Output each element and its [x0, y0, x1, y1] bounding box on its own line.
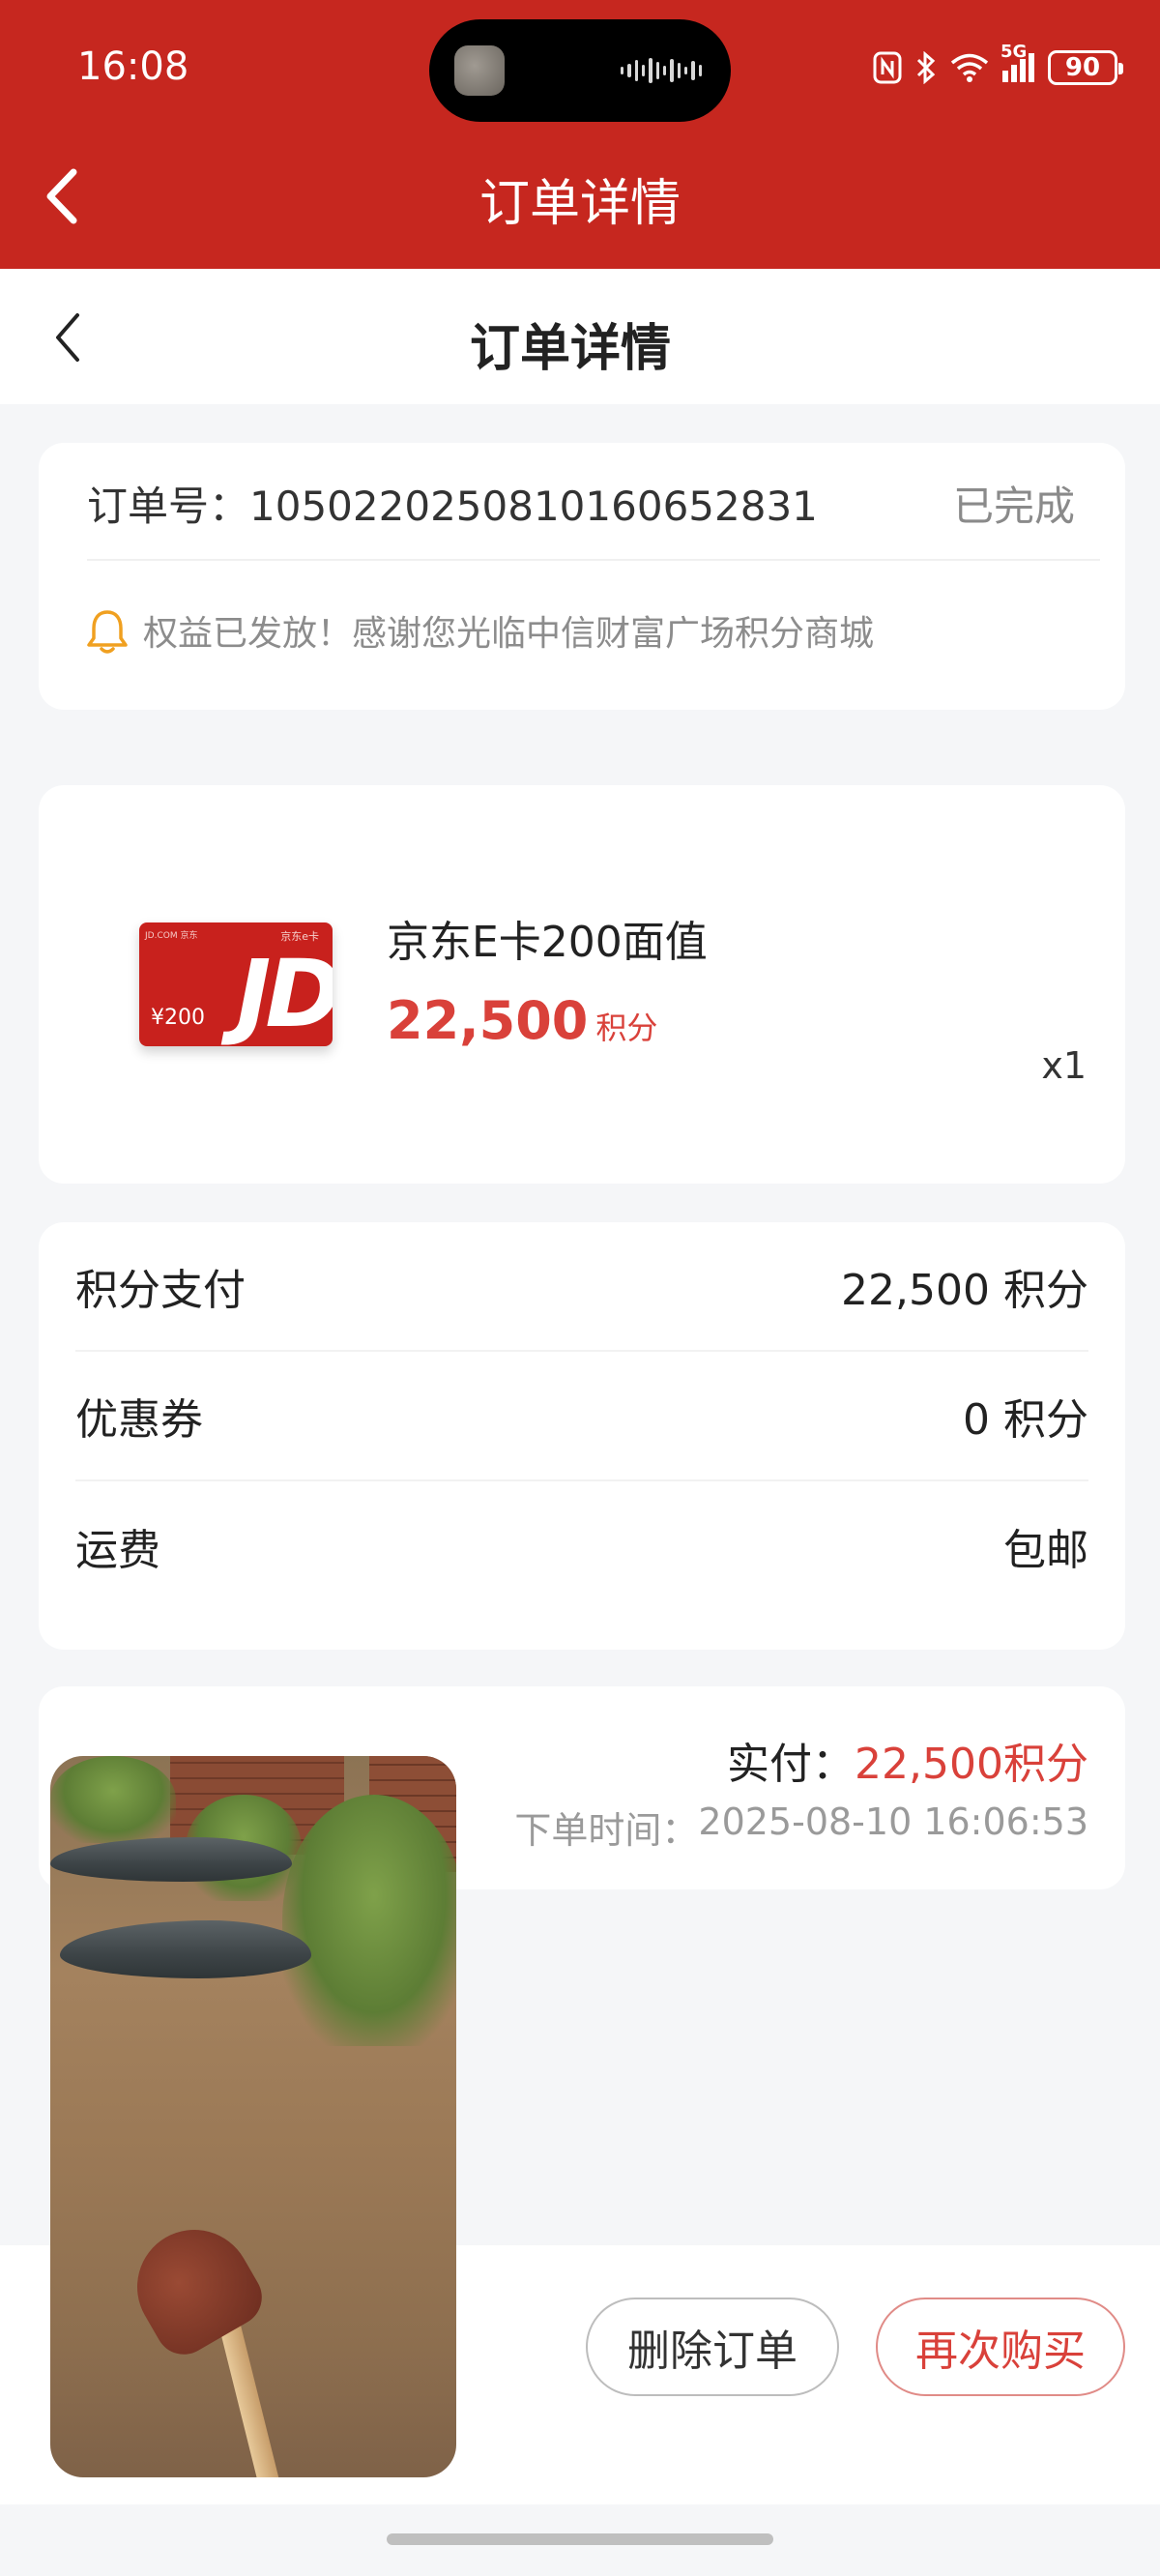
battery-indicator: 90	[1048, 50, 1123, 85]
order-number-value: 105022025081016065​2831	[249, 483, 818, 530]
video-shovel	[116, 2209, 273, 2365]
video-crocodile	[60, 1920, 311, 1978]
jd-card-value: ¥200	[151, 1006, 205, 1030]
product-price: 22,500 积分	[387, 990, 657, 1051]
order-time-label: 下单时间：	[514, 1809, 699, 1852]
wifi-icon	[950, 53, 989, 82]
delete-order-button[interactable]: 删除订单	[586, 2298, 839, 2396]
payment-row-shipping: 运费 包邮	[75, 1481, 1088, 1611]
bluetooth-icon	[916, 51, 936, 84]
product-price-value: 22,500	[387, 990, 589, 1051]
product-card[interactable]: JD.COM 京东 京东e卡 ¥200 JD 京东E卡200面值 22,500 …	[39, 785, 1125, 1184]
home-indicator[interactable]	[387, 2533, 773, 2545]
order-time-value: 2025-08-10 16:06:53	[698, 1800, 1088, 1843]
video-crocodile	[50, 1837, 292, 1882]
jd-card-brand: JD.COM 京东	[145, 931, 198, 941]
payment-row-value: 包邮	[1003, 1526, 1088, 1575]
payment-card: 积分支付 22,500 积分 优惠券 0 积分 运费 包邮	[39, 1222, 1125, 1650]
product-price-unit: 积分	[595, 1010, 658, 1046]
media-thumbnail	[454, 45, 505, 96]
signal-5g-icon: 5G	[1000, 42, 1034, 82]
order-info-card: 订单号：105022025081016065​2831 已完成 权益已发放！感谢…	[39, 443, 1125, 710]
dynamic-island[interactable]	[429, 19, 731, 122]
order-status: 已完成	[952, 483, 1075, 530]
audio-waveform-icon	[621, 56, 702, 85]
product-quantity: x1	[1041, 1044, 1087, 1087]
status-icons: 5G 90	[873, 42, 1123, 85]
video-grass	[50, 1756, 176, 1843]
payment-row-label: 积分支付	[75, 1266, 246, 1315]
app-header: 16:08 5G 90 订单详情	[0, 0, 1160, 269]
payment-row-label: 运费	[75, 1526, 160, 1575]
signal-label: 5G	[1000, 42, 1028, 62]
rebuy-button[interactable]: 再次购买	[876, 2298, 1125, 2396]
order-time: 下单时间： 2025-08-10 16:06:53	[514, 1800, 1088, 1854]
total-paid-value: 22,500积分	[855, 1740, 1088, 1789]
floating-video-window[interactable]	[50, 1756, 456, 2477]
payment-row-label: 优惠券	[75, 1395, 203, 1445]
payment-row-value: 22,500 积分	[841, 1266, 1088, 1315]
page-nav-bar: 订单详情	[0, 269, 1160, 404]
order-notice: 权益已发放！感谢您光临中信财富广场积分商城	[143, 614, 875, 654]
status-time: 16:08	[77, 44, 189, 89]
nfc-icon	[873, 51, 902, 84]
page-title: 订单详情	[469, 320, 671, 378]
jd-ecard-image: JD.COM 京东 京东e卡 ¥200 JD	[139, 922, 333, 1046]
payment-row-points: 积分支付 22,500 积分	[75, 1222, 1088, 1352]
total-paid: 实付： 22,500积分	[727, 1729, 1088, 1791]
order-number-label: 订单号：	[87, 483, 250, 530]
total-paid-label: 实付：	[727, 1740, 856, 1789]
jd-logo: JD	[236, 940, 333, 1046]
video-grass	[282, 1795, 456, 2046]
payment-row-value: 0 积分	[963, 1395, 1088, 1445]
header-title: 订单详情	[478, 175, 681, 233]
bell-icon	[87, 610, 128, 654]
payment-row-coupon: 优惠券 0 积分	[75, 1352, 1088, 1481]
order-number: 订单号：105022025081016065​2831	[87, 474, 818, 533]
divider	[87, 559, 1100, 561]
product-name: 京东E卡200面值	[387, 918, 708, 967]
